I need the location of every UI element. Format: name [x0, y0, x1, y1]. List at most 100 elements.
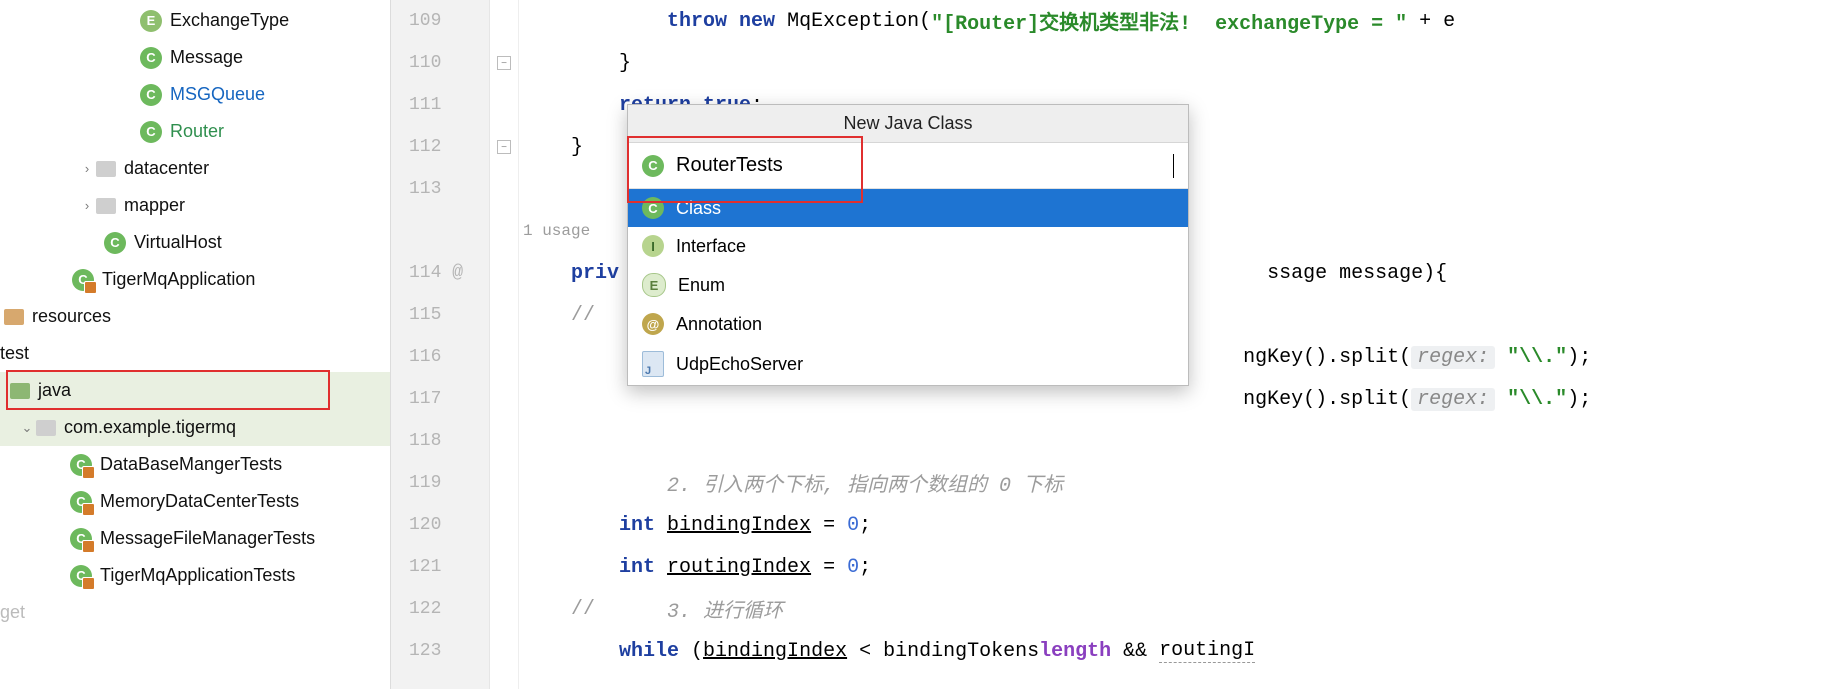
- tree-item-label: Router: [170, 121, 224, 142]
- line-number[interactable]: 113: [391, 168, 489, 210]
- tree-item[interactable]: java: [0, 372, 390, 409]
- class-icon: C: [70, 565, 92, 587]
- tree-item[interactable]: CVirtualHost: [0, 224, 390, 261]
- tree-item[interactable]: CMSGQueue: [0, 76, 390, 113]
- folder-icon: [96, 161, 116, 177]
- tree-item-label: DataBaseMangerTests: [100, 454, 282, 475]
- tree-item[interactable]: ⌄ com.example.tigermq: [0, 409, 390, 446]
- dialog-type-option[interactable]: E Enum: [628, 265, 1188, 305]
- e-icon: E: [642, 273, 666, 297]
- tree-item[interactable]: CDataBaseMangerTests: [0, 446, 390, 483]
- tree-item-label: ExchangeType: [170, 10, 289, 31]
- usages-hint[interactable]: 1 usage: [523, 222, 590, 240]
- class-icon: C: [140, 47, 162, 69]
- dialog-type-option[interactable]: IInterface: [628, 227, 1188, 265]
- tree-item-label: MemoryDataCenterTests: [100, 491, 299, 512]
- line-number[interactable]: 119: [391, 462, 489, 504]
- dialog-title: New Java Class: [628, 105, 1188, 143]
- new-class-dialog[interactable]: New Java Class C C Class IInterface E Enum @A…: [627, 104, 1189, 386]
- line-number[interactable]: 109: [391, 0, 489, 42]
- line-number[interactable]: 120: [391, 504, 489, 546]
- folder-icon: [4, 309, 24, 325]
- option-label: Annotation: [676, 314, 762, 335]
- tree-item-label: get: [0, 602, 25, 623]
- tree-item-label: MessageFileManagerTests: [100, 528, 315, 549]
- fold-toggle: [490, 504, 518, 546]
- class-icon: C: [140, 121, 162, 143]
- tree-item[interactable]: › mapper: [0, 187, 390, 224]
- fold-toggle: [490, 462, 518, 504]
- ide-root: EExchangeTypeCMessageCMSGQueueCRouter›da…: [0, 0, 1848, 689]
- c-icon: C: [642, 197, 664, 219]
- fold-toggle[interactable]: −: [490, 126, 518, 168]
- tree-item-label: java: [38, 380, 71, 401]
- line-number[interactable]: 121: [391, 546, 489, 588]
- fold-toggle: [490, 0, 518, 42]
- comment-line: //: [523, 304, 595, 327]
- line-number[interactable]: 117: [391, 378, 489, 420]
- fold-toggle[interactable]: −: [490, 42, 518, 84]
- tree-item-label: resources: [32, 306, 111, 327]
- fold-toggle: [490, 420, 518, 462]
- dialog-input-row: C: [628, 143, 1188, 189]
- tree-item[interactable]: test: [0, 335, 390, 372]
- tree-item-label: com.example.tigermq: [64, 417, 236, 438]
- line-number[interactable]: 110: [391, 42, 489, 84]
- tree-item-label: TigerMqApplication: [102, 269, 255, 290]
- folder-icon: [96, 198, 116, 214]
- chevron-icon[interactable]: ›: [78, 198, 96, 213]
- fold-toggle: [490, 84, 518, 126]
- class-name-input[interactable]: [674, 153, 1172, 178]
- fold-toggle: [490, 588, 518, 630]
- fold-toggle: [490, 210, 518, 252]
- option-label: Class: [676, 198, 721, 219]
- tree-item[interactable]: CTigerMqApplicationTests: [0, 557, 390, 594]
- comment-line: 3. 进行循环: [667, 594, 783, 624]
- fold-column[interactable]: −−: [490, 0, 519, 689]
- line-number[interactable]: 114 @: [391, 252, 489, 294]
- class-icon: C: [140, 84, 162, 106]
- chevron-icon[interactable]: ›: [78, 161, 96, 176]
- class-icon: C: [642, 155, 664, 177]
- editor-gutter: 109110111112113114 @11511611711811912012…: [390, 0, 490, 689]
- line-number[interactable]: 115: [391, 294, 489, 336]
- line-number[interactable]: 122: [391, 588, 489, 630]
- class-icon: C: [70, 491, 92, 513]
- chevron-icon[interactable]: ⌄: [18, 420, 36, 436]
- line-number[interactable]: 116: [391, 336, 489, 378]
- tree-item[interactable]: E ExchangeType: [0, 2, 390, 39]
- project-tree[interactable]: EExchangeTypeCMessageCMSGQueueCRouter›da…: [0, 0, 390, 689]
- keyword-throw: throw new: [667, 10, 775, 33]
- tree-item[interactable]: resources: [0, 298, 390, 335]
- dialog-type-option[interactable]: @Annotation: [628, 305, 1188, 343]
- tree-item[interactable]: C MemoryDataCenterTests: [0, 483, 390, 520]
- line-number[interactable]: 111: [391, 84, 489, 126]
- inlay-hint: regex:: [1411, 346, 1495, 369]
- tree-item[interactable]: C Router: [0, 113, 390, 150]
- line-number[interactable]: [391, 210, 489, 252]
- dialog-type-option[interactable]: UdpEchoServer: [628, 343, 1188, 385]
- tree-item[interactable]: ›datacenter: [0, 150, 390, 187]
- fold-toggle: [490, 252, 518, 294]
- option-label: Enum: [678, 275, 725, 296]
- tree-item-label: mapper: [124, 195, 185, 216]
- tree-item[interactable]: CMessage: [0, 39, 390, 76]
- tree-item[interactable]: C MessageFileManagerTests: [0, 520, 390, 557]
- tree-item[interactable]: get: [0, 594, 390, 631]
- fold-toggle: [490, 546, 518, 588]
- class-icon: C: [70, 528, 92, 550]
- fold-toggle: [490, 294, 518, 336]
- dialog-type-list[interactable]: C Class IInterface E Enum @Annotation UdpEchoS…: [628, 189, 1188, 385]
- option-label: UdpEchoServer: [676, 354, 803, 375]
- keyword-private: priv: [571, 262, 619, 285]
- tree-item[interactable]: C TigerMqApplication: [0, 261, 390, 298]
- option-label: Interface: [676, 236, 746, 257]
- fold-toggle: [490, 630, 518, 672]
- line-number[interactable]: 112: [391, 126, 489, 168]
- class-icon: C: [72, 269, 94, 291]
- enum-icon: E: [140, 10, 162, 32]
- text-cursor: [1173, 154, 1174, 178]
- line-number[interactable]: 123: [391, 630, 489, 672]
- dialog-type-option[interactable]: C Class: [628, 189, 1188, 227]
- line-number[interactable]: 118: [391, 420, 489, 462]
